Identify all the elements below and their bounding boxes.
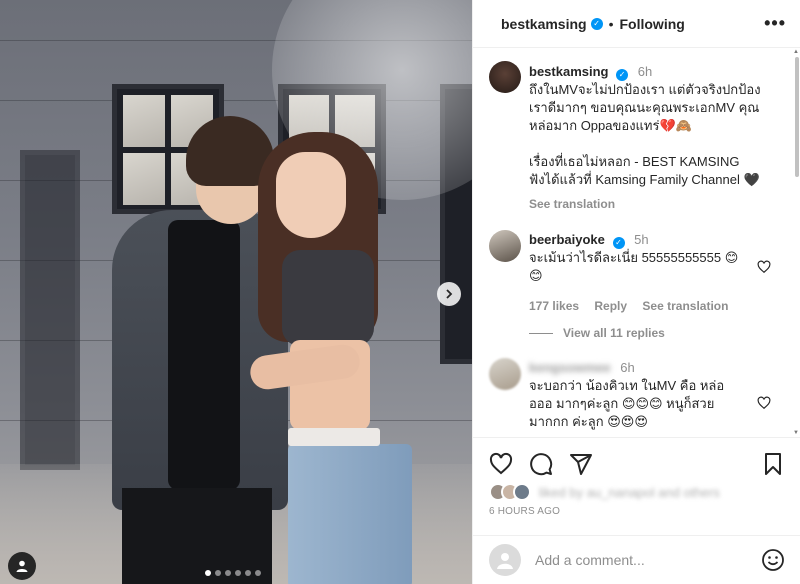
- reply-button[interactable]: Reply: [594, 299, 627, 313]
- comment-text: จะบอกว่า น้องคิวเท ในMV คือ หล่อ อออ มาก…: [529, 378, 725, 429]
- caption-see-translation[interactable]: See translation: [529, 197, 615, 211]
- man-shirt: [168, 220, 240, 490]
- caption-avatar[interactable]: [489, 61, 521, 93]
- comment-likes[interactable]: 177 likes: [529, 299, 579, 313]
- default-avatar-icon: [497, 553, 513, 569]
- woman-waistband: [288, 428, 380, 446]
- comment-text: จะเม้นว่าไรดีละเนี่ย 55555555555 😊 😊: [529, 250, 739, 283]
- comment-time[interactable]: 5h: [634, 232, 648, 247]
- woman-face: [276, 152, 346, 238]
- header-username[interactable]: bestkamsing: [501, 16, 587, 32]
- comment-username[interactable]: kengsowmee: [529, 360, 611, 375]
- caption-time[interactable]: 6h: [638, 64, 652, 79]
- heart-icon[interactable]: [489, 452, 513, 476]
- caption: bestkamsing ✓ 6h ถึงในMVจะไม่ปกป้องเรา แ…: [529, 63, 779, 213]
- chevron-right-icon: [446, 289, 453, 299]
- share-icon[interactable]: [569, 452, 593, 476]
- comment: beerbaiyoke ✓ 5h จะเม้นว่าไรดีละเนี่ย 55…: [529, 231, 779, 315]
- liker-avatar: [513, 483, 531, 501]
- user-tag-icon: [16, 560, 28, 572]
- post-timestamp[interactable]: 6 HOURS AGO: [489, 506, 560, 517]
- comment-avatar[interactable]: [489, 358, 521, 390]
- carousel-dots: [205, 570, 261, 576]
- user-tag-button[interactable]: [8, 552, 36, 580]
- woman-jeans: [288, 444, 412, 584]
- scroll-down-icon[interactable]: ▼: [793, 430, 799, 436]
- comments-scrollbar[interactable]: ▲ ▼: [793, 49, 800, 436]
- scrollbar-thumb[interactable]: [795, 57, 799, 177]
- verified-badge-icon: ✓: [612, 237, 625, 249]
- post-photo[interactable]: [0, 0, 472, 584]
- comment: kengsowmee 6h จะบอกว่า น้องคิวเท ในMV คื…: [529, 359, 779, 431]
- comment-see-translation[interactable]: See translation: [642, 299, 728, 313]
- add-comment-input[interactable]: [535, 552, 761, 568]
- add-comment-bar: [473, 535, 800, 584]
- window: [20, 150, 80, 470]
- comment-avatar[interactable]: [489, 230, 521, 262]
- next-slide-button[interactable]: [437, 282, 461, 306]
- more-icon[interactable]: •••: [764, 13, 786, 34]
- liked-by[interactable]: liked by au_nanapol and others: [489, 483, 720, 501]
- comments-list[interactable]: bestkamsing ✓ 6h ถึงในMVจะไม่ปกป้องเรา แ…: [473, 49, 799, 436]
- verified-badge-icon: ✓: [616, 69, 629, 81]
- comment-heart-icon[interactable]: [757, 260, 771, 274]
- comment-username[interactable]: beerbaiyoke: [529, 232, 605, 247]
- bookmark-icon[interactable]: [761, 452, 785, 476]
- post-header: bestkamsing ✓ • Following •••: [473, 0, 800, 48]
- following-button[interactable]: Following: [620, 16, 685, 32]
- verified-badge-icon: ✓: [590, 17, 603, 30]
- post-panel: bestkamsing ✓ • Following ••• bestkamsin…: [472, 0, 800, 584]
- my-avatar[interactable]: [489, 544, 521, 576]
- comment-time[interactable]: 6h: [620, 360, 634, 375]
- caption-text: ถึงในMVจะไม่ปกป้องเรา แต่ตัวจริงปกป้อง เ…: [529, 82, 761, 187]
- scroll-up-icon[interactable]: ▲: [793, 49, 799, 55]
- comment-heart-icon[interactable]: [757, 396, 771, 410]
- caption-username[interactable]: bestkamsing: [529, 64, 608, 79]
- action-bar: [473, 437, 800, 489]
- header-separator: •: [608, 15, 614, 32]
- view-replies-label: View all 11 replies: [563, 326, 665, 340]
- view-replies-button[interactable]: View all 11 replies: [529, 326, 665, 340]
- liked-by-text[interactable]: liked by au_nanapol and others: [539, 485, 720, 500]
- emoji-icon[interactable]: [761, 548, 785, 572]
- comment-icon[interactable]: [529, 452, 553, 476]
- woman-top: [282, 250, 374, 346]
